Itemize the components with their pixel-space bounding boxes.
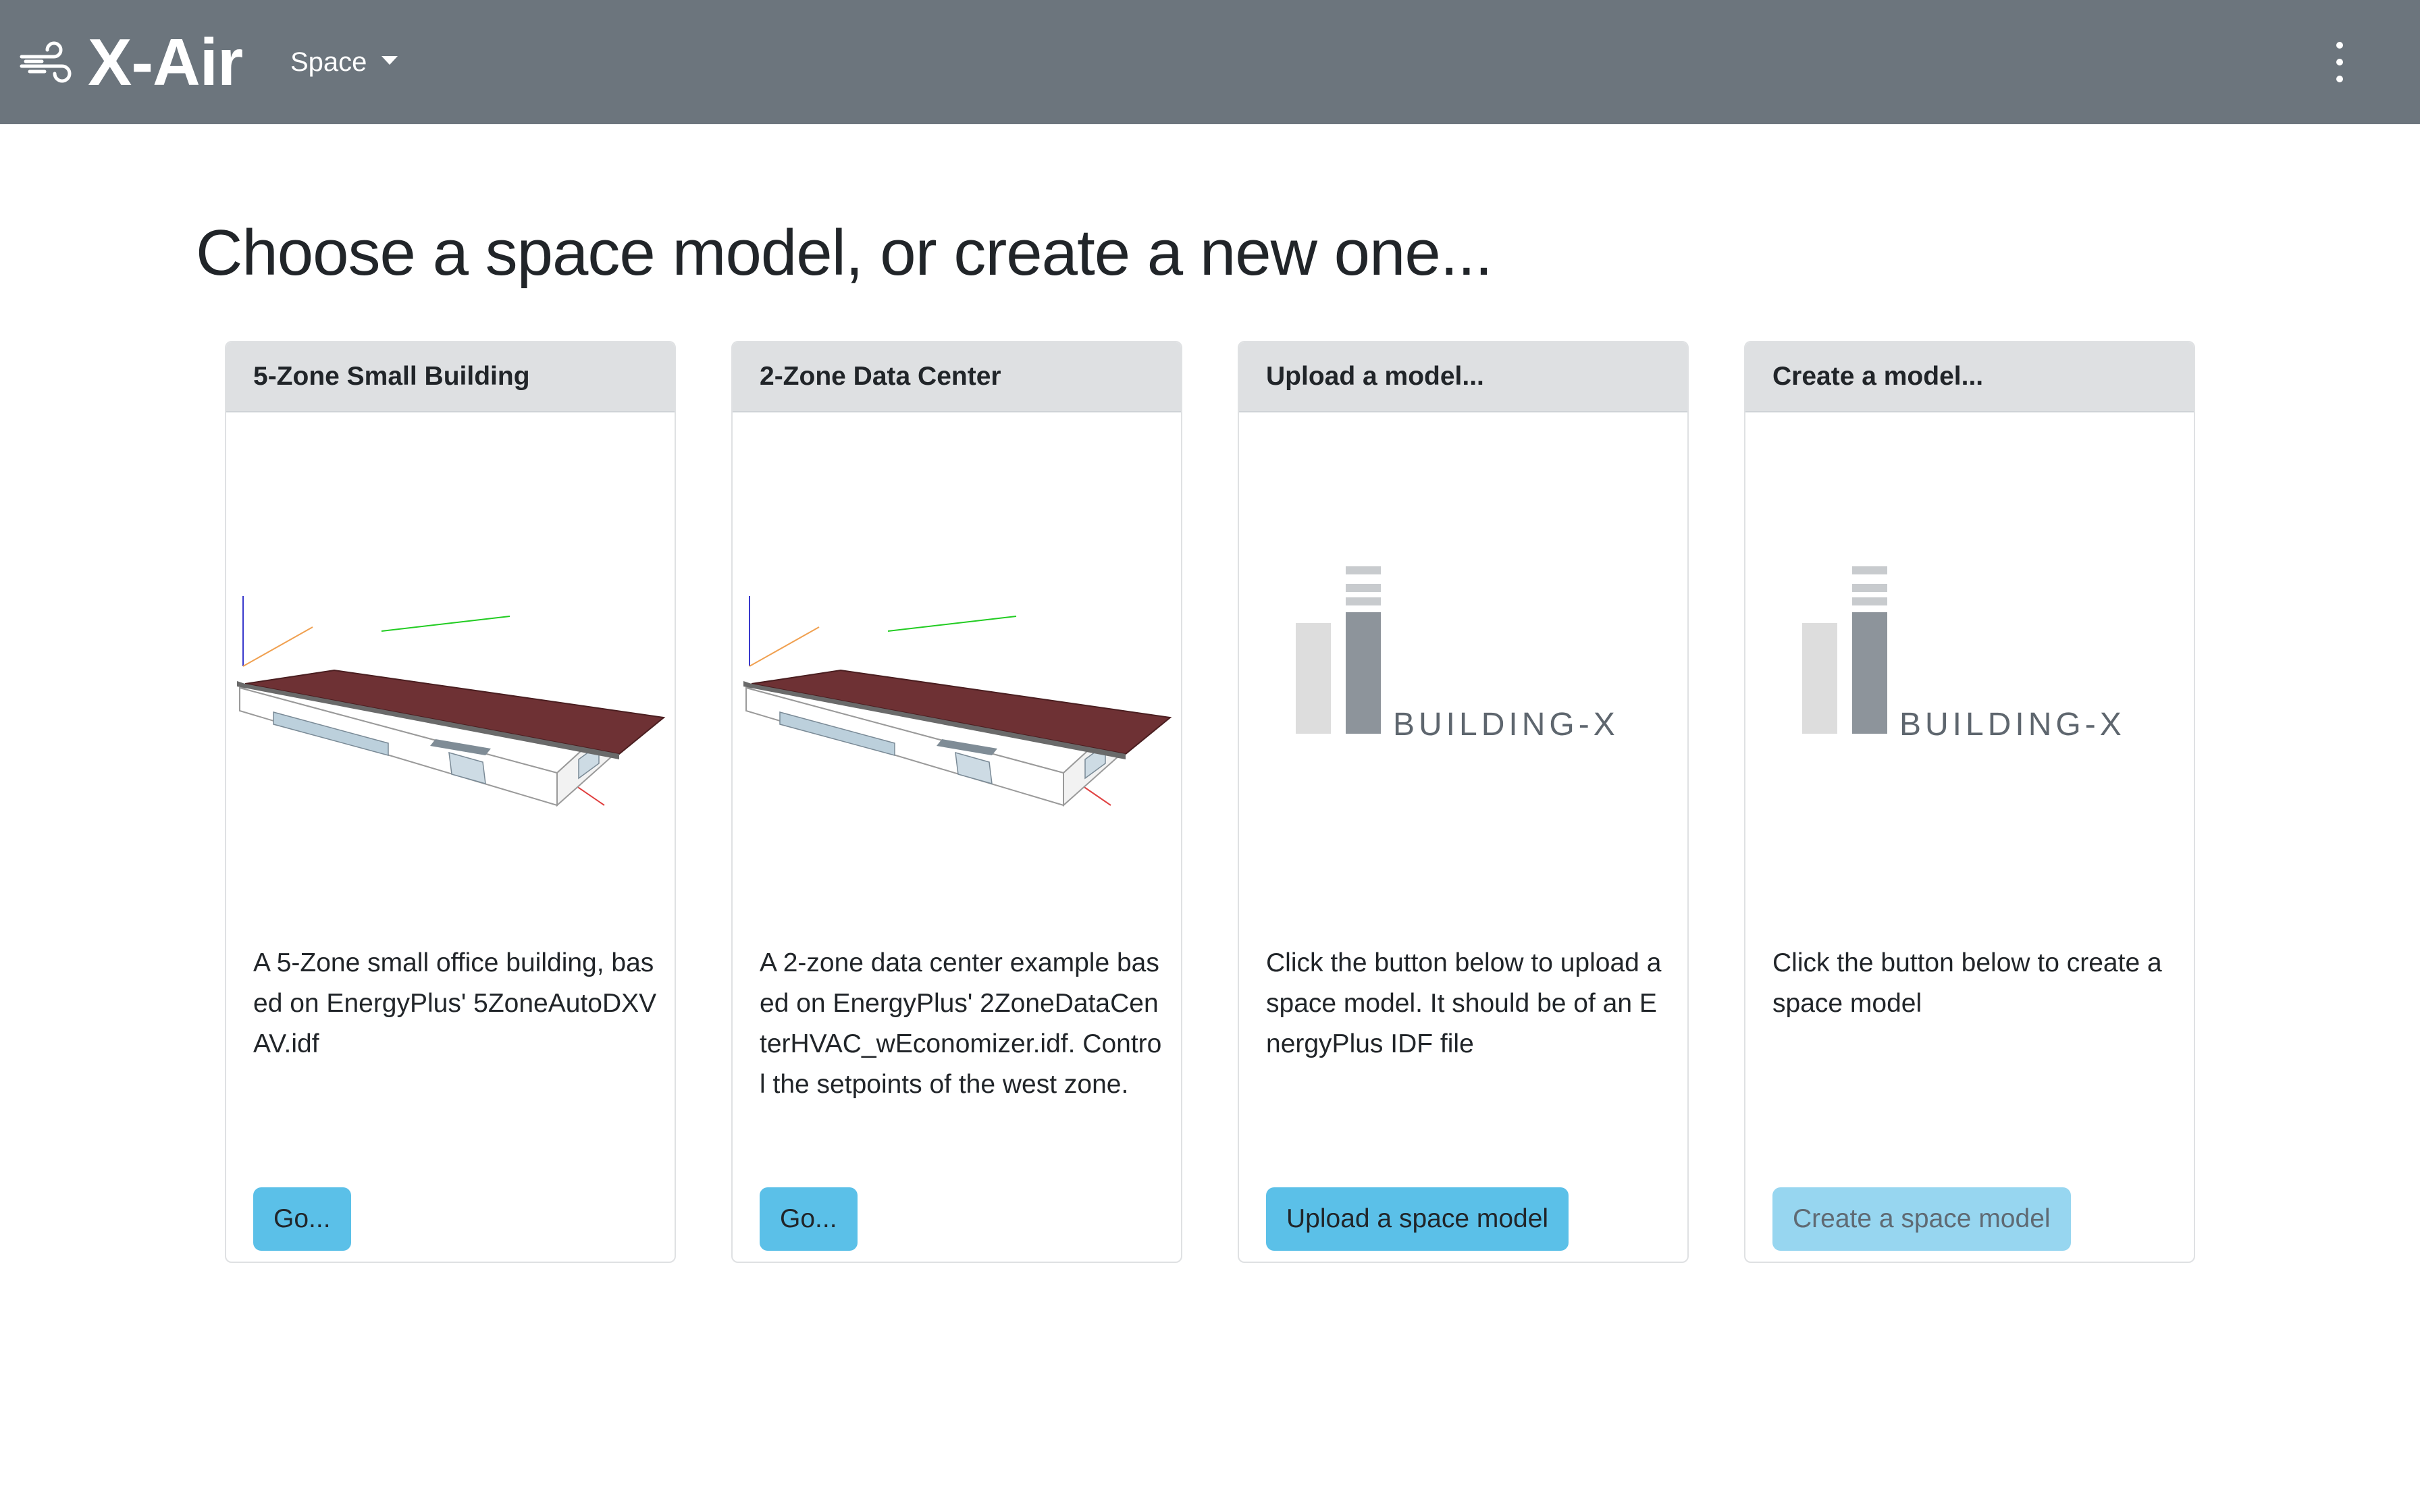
card-description: Click the button below to create a space… [1772,948,2162,1018]
building-x-logo-text: BUILDING-X [1899,707,2126,742]
wind-icon [20,41,72,83]
space-model-card: 5-Zone Small Building A 5-Zone small off… [225,341,676,1263]
building-x-logo: BUILDING-X [1296,566,1619,742]
go-button[interactable]: Go... [253,1187,351,1251]
card-description: A 5-Zone small office building, based on… [253,948,657,1058]
card-header: 2-Zone Data Center [733,342,1181,412]
top-navbar: X-Air Space [0,0,2420,124]
kebab-menu-icon[interactable] [2324,42,2355,82]
space-model-card: 2-Zone Data Center A 2-zone data center … [731,341,1182,1263]
building-model-image [743,596,1172,807]
upload-model-button[interactable]: Upload a space model [1266,1187,1569,1251]
create-model-button[interactable]: Create a space model [1772,1187,2071,1251]
card-description: Click the button below to upload a space… [1266,948,1662,1058]
building-x-logo: BUILDING-X [1802,566,2126,742]
upload-model-card: Upload a model... BUILDING-X Click the b… [1238,341,1689,1263]
space-menu-dropdown[interactable]: Space [290,42,398,82]
card-description: A 2-zone data center example based on En… [760,948,1162,1099]
go-button[interactable]: Go... [760,1187,858,1251]
create-model-card: Create a model... BUILDING-X Click the b… [1744,341,2195,1263]
building-x-logo-text: BUILDING-X [1393,707,1619,742]
space-menu-label: Space [290,47,367,77]
page-title: Choose a space model, or create a new on… [196,217,1493,289]
card-header: Upload a model... [1239,342,1687,412]
chevron-down-icon [382,55,398,65]
building-model-image [237,596,666,807]
app-name: X-Air [88,25,243,99]
card-header: 5-Zone Small Building [226,342,675,412]
brand[interactable]: X-Air [19,25,243,99]
card-header: Create a model... [1745,342,2194,412]
